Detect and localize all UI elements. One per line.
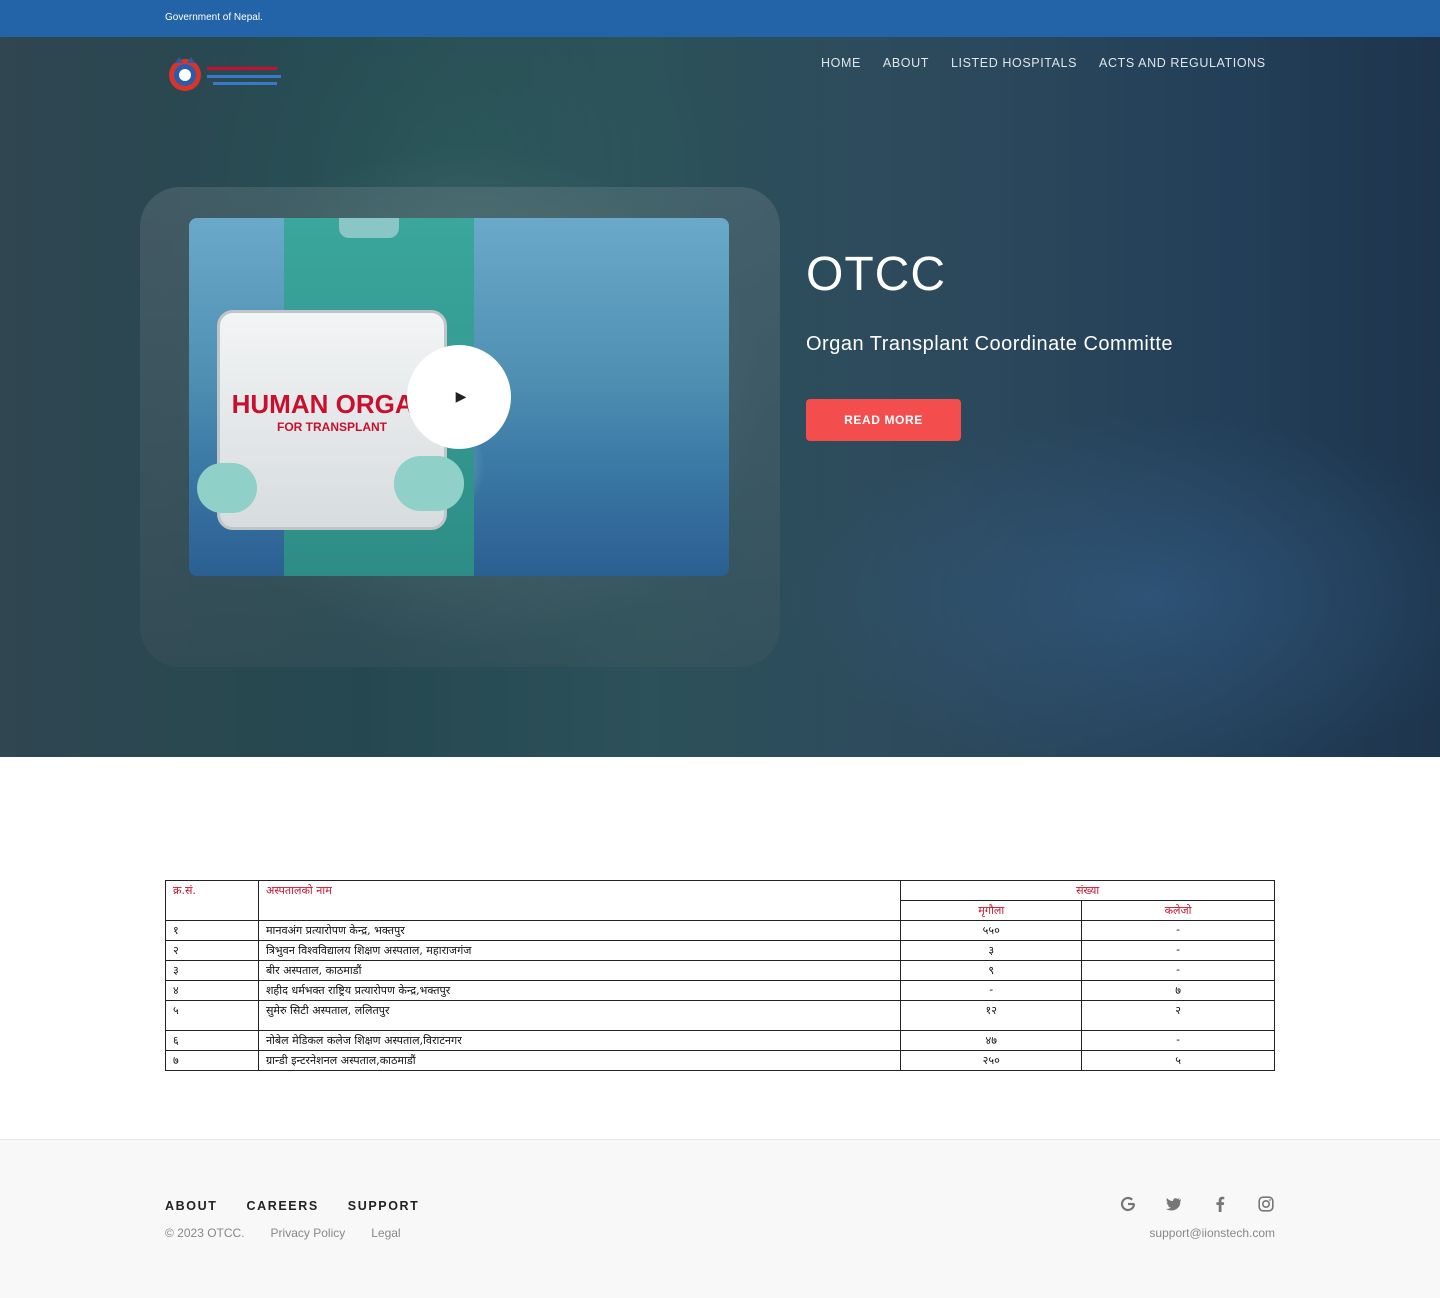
- header-kidney: मृगौला: [900, 900, 1083, 921]
- copyright-text: © 2023 OTCC.: [165, 1226, 245, 1240]
- cell-liver: २: [1081, 1000, 1275, 1031]
- cell-liver: ५: [1081, 1050, 1275, 1071]
- google-icon[interactable]: [1119, 1195, 1137, 1213]
- header-hospital: अस्पतालको नाम: [257, 880, 902, 921]
- table-row: ५ सुमेरु सिटी अस्पताल, ललितपुर १२ २: [165, 1000, 1275, 1031]
- table-row: ७ ग्रान्डी इन्टरनेशनल अस्पताल,काठमाडौं २…: [165, 1050, 1275, 1071]
- privacy-policy-link[interactable]: Privacy Policy: [271, 1226, 346, 1240]
- cell-kidney: १२: [900, 1000, 1083, 1031]
- otcc-logo[interactable]: [165, 55, 285, 95]
- cell-kidney: ४७: [900, 1030, 1083, 1051]
- government-topbar: Government of Nepal.: [0, 0, 1440, 37]
- cell-hospital: त्रिभुवन विश्वविद्यालय शिक्षण अस्पताल, म…: [257, 940, 902, 961]
- support-email[interactable]: support@iionstech.com: [1149, 1226, 1275, 1240]
- hospital-transplant-table: क्र.सं. अस्पतालको नाम संख्या मृगौला कलेज…: [165, 880, 1275, 1071]
- social-links: [1119, 1195, 1275, 1213]
- cell-kidney: -: [900, 980, 1083, 1001]
- cell-liver: -: [1081, 1030, 1275, 1051]
- cell-kidney: ५५०: [900, 920, 1083, 941]
- cell-kidney: ९: [900, 960, 1083, 981]
- cell-kidney: ३: [900, 940, 1083, 961]
- nav-acts-and-regulations[interactable]: ACTS AND REGULATIONS: [1099, 56, 1266, 70]
- footer-link-support[interactable]: SUPPORT: [348, 1199, 420, 1213]
- read-more-button[interactable]: READ MORE: [806, 399, 961, 441]
- cell-sn: १: [165, 920, 259, 941]
- cell-liver: -: [1081, 920, 1275, 941]
- box-label-line2: FOR TRANSPLANT: [277, 420, 387, 434]
- footer-link-about[interactable]: ABOUT: [165, 1199, 217, 1213]
- cell-sn: ४: [165, 980, 259, 1001]
- table-row: १ मानवअंग प्रत्यारोपण केन्द्र, भक्तपुर ५…: [165, 920, 1275, 941]
- header-count: संख्या: [900, 880, 1275, 901]
- cell-hospital: ग्रान्डी इन्टरनेशनल अस्पताल,काठमाडौं: [257, 1050, 902, 1071]
- table-row: ४ शहीद धर्मभक्त राष्ट्रिय प्रत्यारोपण के…: [165, 980, 1275, 1001]
- play-icon: ▶: [455, 389, 467, 405]
- cell-sn: २: [165, 940, 259, 961]
- hero-title: OTCC: [806, 248, 946, 301]
- cell-hospital: सुमेरु सिटी अस्पताल, ललितपुर: [257, 1000, 902, 1031]
- table-row: ६ नोबेल मेडिकल कलेज शिक्षण अस्पताल,विराट…: [165, 1030, 1275, 1051]
- cell-sn: ६: [165, 1030, 259, 1051]
- hero-section: HOME ABOUT LISTED HOSPITALS ACTS AND REG…: [0, 37, 1440, 757]
- header-sn: क्र.सं.: [165, 880, 259, 921]
- instagram-icon[interactable]: [1257, 1195, 1275, 1213]
- table-row: २ त्रिभुवन विश्वविद्यालय शिक्षण अस्पताल,…: [165, 940, 1275, 961]
- header-liver: कलेजो: [1081, 900, 1275, 921]
- nav-about[interactable]: ABOUT: [883, 56, 929, 70]
- cell-liver: ७: [1081, 980, 1275, 1001]
- cell-liver: -: [1081, 960, 1275, 981]
- facebook-icon[interactable]: [1211, 1195, 1229, 1213]
- nav-listed-hospitals[interactable]: LISTED HOSPITALS: [951, 56, 1077, 70]
- cell-hospital: मानवअंग प्रत्यारोपण केन्द्र, भक्तपुर: [257, 920, 902, 941]
- cell-hospital: नोबेल मेडिकल कलेज शिक्षण अस्पताल,विराटनग…: [257, 1030, 902, 1051]
- cell-kidney: २५०: [900, 1050, 1083, 1071]
- play-button[interactable]: ▶: [407, 345, 511, 449]
- footer-links: ABOUT CAREERS SUPPORT: [165, 1199, 419, 1213]
- cell-sn: ३: [165, 960, 259, 981]
- cell-hospital: शहीद धर्मभक्त राष्ट्रिय प्रत्यारोपण केन्…: [257, 980, 902, 1001]
- site-footer: ABOUT CAREERS SUPPORT © 2023 OTCC. Priva…: [0, 1139, 1440, 1298]
- legal-link[interactable]: Legal: [371, 1226, 400, 1240]
- cell-sn: ७: [165, 1050, 259, 1071]
- intro-video-card[interactable]: HUMAN ORGAN FOR TRANSPLANT ▶: [189, 218, 729, 576]
- cell-sn: ५: [165, 1000, 259, 1031]
- footer-link-careers[interactable]: CAREERS: [246, 1199, 318, 1213]
- table-row: ३ बीर अस्पताल, काठमाडौं ९ -: [165, 960, 1275, 981]
- government-label: Government of Nepal.: [165, 12, 263, 23]
- main-nav: HOME ABOUT LISTED HOSPITALS ACTS AND REG…: [821, 56, 1266, 70]
- twitter-icon[interactable]: [1165, 1195, 1183, 1213]
- hero-subtitle: Organ Transplant Coordinate Committe: [806, 333, 1174, 355]
- cell-hospital: बीर अस्पताल, काठमाडौं: [257, 960, 902, 981]
- footer-legal: © 2023 OTCC. Privacy Policy Legal: [165, 1226, 401, 1240]
- nav-home[interactable]: HOME: [821, 56, 861, 70]
- cell-liver: -: [1081, 940, 1275, 961]
